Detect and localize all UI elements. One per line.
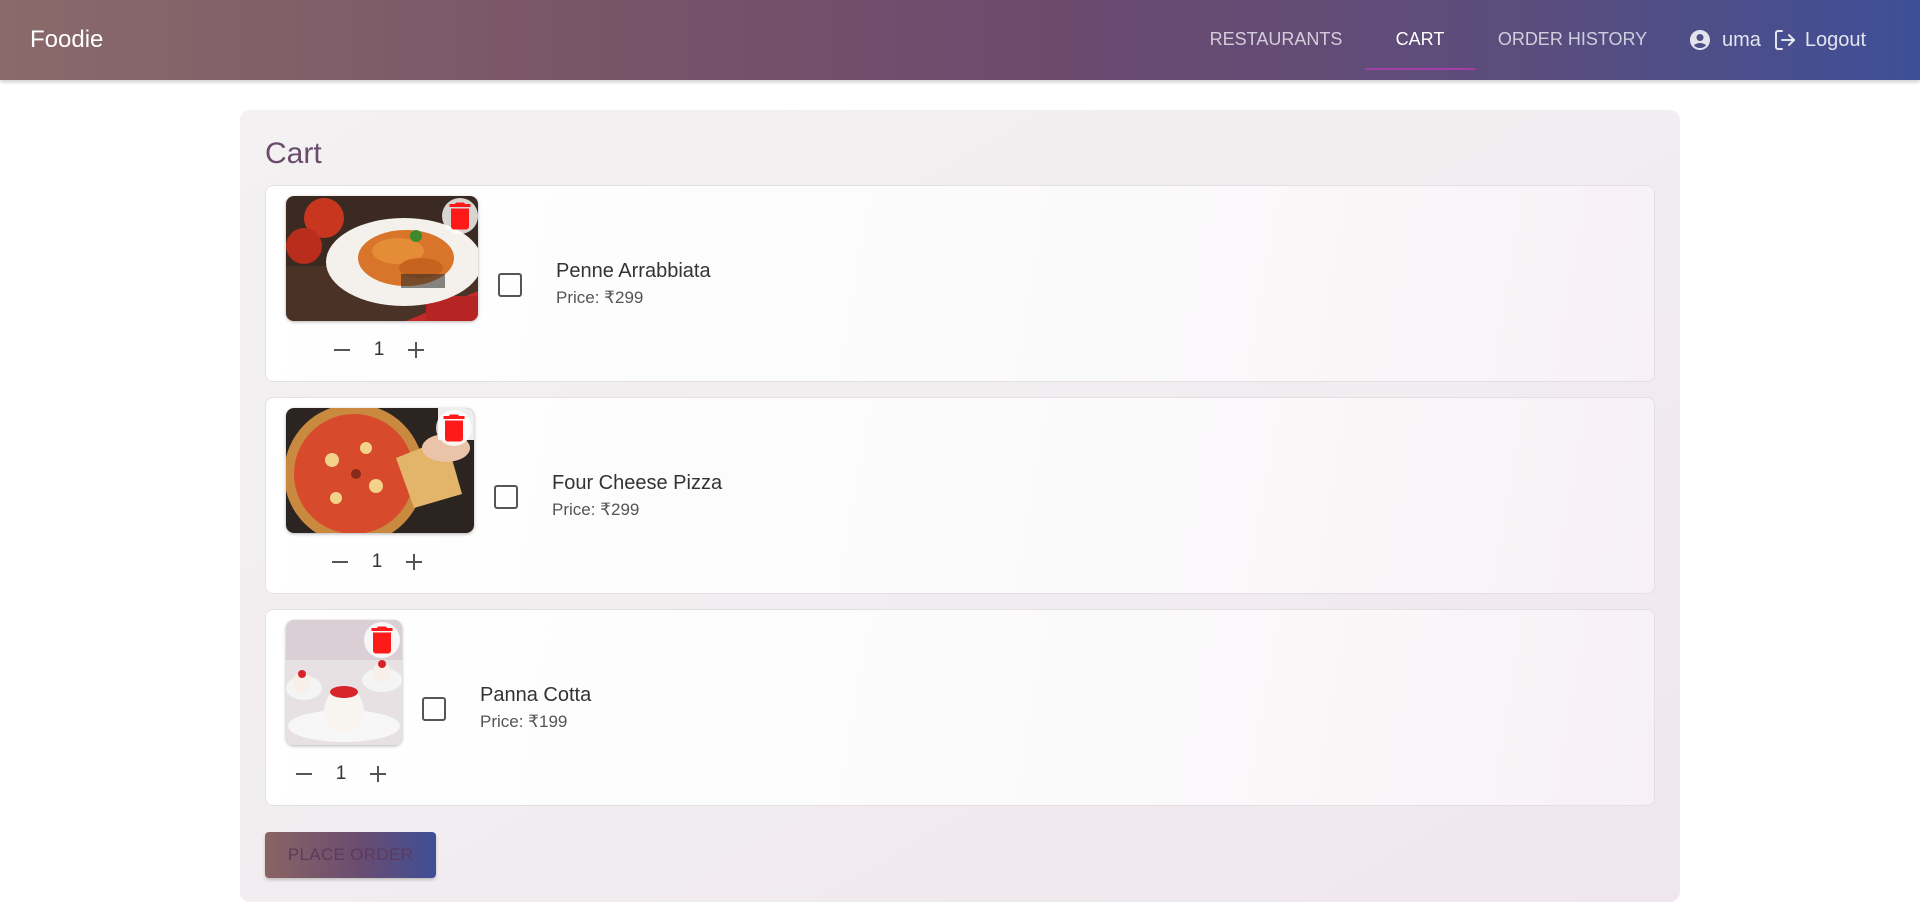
quantity-value: 1: [373, 339, 385, 360]
place-order-button[interactable]: PLACE ORDER: [265, 832, 436, 878]
minus-icon: [296, 773, 312, 775]
delete-item-button[interactable]: [364, 622, 400, 658]
increase-quantity-button[interactable]: [402, 336, 430, 364]
pasta-photo[interactable]: [286, 196, 478, 321]
panna-cotta-photo[interactable]: [286, 620, 402, 745]
logout-button[interactable]: Logout: [1773, 28, 1866, 52]
cart-item: Four Cheese Pizza Price: ₹299 1: [265, 397, 1655, 594]
cart-item: Panna Cotta Price: ₹199 1: [265, 609, 1655, 806]
item-price: Price: ₹299: [552, 500, 640, 519]
tab-restaurants[interactable]: RESTAURANTS: [1196, 0, 1356, 70]
quantity-stepper: 1: [290, 760, 392, 788]
tab-order-history[interactable]: ORDER HISTORY: [1485, 0, 1660, 70]
cart-item: Penne Arrabbiata Price: ₹299 1: [265, 185, 1655, 382]
decrease-quantity-button[interactable]: [326, 548, 354, 576]
user-menu: uma Logout: [1688, 26, 1866, 54]
user-name: uma: [1722, 28, 1761, 51]
item-name: Penne Arrabbiata: [556, 260, 711, 282]
quantity-stepper: 1: [326, 548, 428, 576]
item-price: Price: ₹199: [480, 712, 568, 731]
item-name: Panna Cotta: [480, 684, 592, 706]
app-bar: Foodie RESTAURANTS CART ORDER HISTORY um…: [0, 0, 1920, 80]
item-name: Four Cheese Pizza: [552, 472, 723, 494]
item-select-checkbox[interactable]: [494, 485, 518, 509]
quantity-stepper: 1: [328, 336, 430, 364]
item-select-checkbox[interactable]: [498, 273, 522, 297]
trash-icon: [371, 626, 393, 654]
plus-icon: [408, 342, 424, 358]
quantity-value: 1: [371, 551, 383, 572]
cart-panel: Cart Penne Arrabbiata Price: ₹299 1 Four…: [240, 110, 1680, 902]
minus-icon: [332, 561, 348, 563]
minus-icon: [334, 349, 350, 351]
page-title: Cart: [265, 137, 322, 170]
tab-cart[interactable]: CART: [1365, 0, 1475, 70]
item-price: Price: ₹299: [556, 288, 644, 307]
pizza-photo[interactable]: [286, 408, 474, 533]
increase-quantity-button[interactable]: [400, 548, 428, 576]
quantity-value: 1: [335, 763, 347, 784]
decrease-quantity-button[interactable]: [290, 760, 318, 788]
brand-logo[interactable]: Foodie: [30, 26, 103, 54]
item-select-checkbox[interactable]: [422, 697, 446, 721]
plus-icon: [370, 766, 386, 782]
account-circle-icon: [1688, 28, 1712, 52]
delete-item-button[interactable]: [442, 198, 478, 234]
trash-icon: [443, 414, 465, 442]
logout-label: Logout: [1804, 28, 1867, 51]
increase-quantity-button[interactable]: [364, 760, 392, 788]
trash-icon: [449, 202, 471, 230]
delete-item-button[interactable]: [436, 410, 472, 446]
decrease-quantity-button[interactable]: [328, 336, 356, 364]
plus-icon: [406, 554, 422, 570]
logout-icon: [1773, 28, 1797, 52]
